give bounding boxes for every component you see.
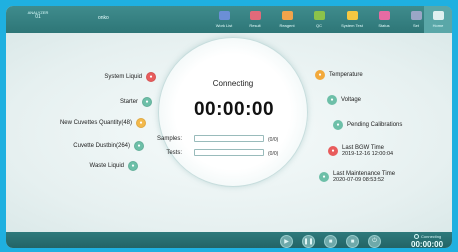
right-item-pending-calibrations[interactable]: ● Pending Calibrations bbox=[333, 119, 402, 131]
nav-home[interactable]: Home bbox=[424, 6, 452, 33]
run-timer: 00:00:00 bbox=[193, 99, 275, 120]
starter-icon: ● bbox=[142, 97, 152, 107]
user-name: onko bbox=[98, 15, 109, 21]
nav-reagent-label: Reagent bbox=[279, 23, 295, 28]
pause-icon: ❚❚ bbox=[303, 239, 314, 245]
nav-status-label: Status bbox=[378, 23, 390, 28]
power-icon: ⏻ bbox=[372, 238, 377, 244]
play-icon: ▶ bbox=[284, 239, 289, 245]
new-cuvettes-label: New Cuvettes Quantity(48) bbox=[59, 120, 132, 126]
pending-calibrations-label: Pending Calibrations bbox=[347, 122, 403, 128]
power-status-icon bbox=[414, 234, 419, 240]
nav-status[interactable]: Status bbox=[369, 6, 399, 33]
right-item-voltage[interactable]: ● Voltage bbox=[327, 94, 361, 106]
system-test-icon bbox=[346, 11, 358, 20]
qc-icon bbox=[313, 11, 325, 20]
status-icon bbox=[378, 11, 390, 20]
nav-work-list[interactable]: Work List bbox=[209, 6, 239, 33]
last-bgw-value: 2019-12-16 12:00:04 bbox=[342, 151, 394, 157]
nav-system-test[interactable]: System Test bbox=[337, 6, 367, 33]
nav-result-label: Result bbox=[249, 23, 261, 28]
stop-icon: ■ bbox=[328, 238, 333, 245]
pause-button[interactable]: ❚❚ bbox=[302, 235, 315, 248]
play-button[interactable]: ▶ bbox=[280, 235, 293, 248]
tests-progress bbox=[194, 149, 264, 156]
bgw-icon: ● bbox=[328, 146, 338, 156]
nav-qc[interactable]: QC bbox=[304, 6, 334, 33]
temperature-icon: ● bbox=[315, 70, 325, 80]
stop-button[interactable]: ■ bbox=[324, 235, 337, 248]
bottom-timer: 00:00:00 bbox=[411, 240, 444, 248]
work-list-icon bbox=[218, 11, 230, 20]
tests-count: (0/0) bbox=[268, 151, 279, 157]
starter-label: Starter bbox=[119, 99, 138, 105]
connection-status: Connecting bbox=[212, 79, 254, 88]
gear-icon bbox=[410, 11, 422, 20]
app-window: ANALYZER 01 onko Work List Result Reagen… bbox=[6, 6, 452, 248]
voltage-label: Voltage bbox=[341, 97, 362, 103]
reagent-icon bbox=[281, 11, 293, 20]
dustbin-icon: ● bbox=[134, 141, 144, 151]
device-indicator[interactable]: ANALYZER 01 bbox=[14, 10, 62, 20]
samples-count: (0/0) bbox=[268, 137, 279, 143]
emergency-stop-button[interactable]: ■ bbox=[346, 235, 359, 248]
result-icon bbox=[249, 11, 261, 20]
device-number: 01 bbox=[35, 14, 41, 20]
nav-system-test-label: System Test bbox=[341, 23, 363, 28]
connection-indicator: Connecting bbox=[414, 234, 442, 240]
right-item-temperature[interactable]: ● Temperature bbox=[315, 69, 363, 81]
nav-work-list-label: Work List bbox=[215, 23, 233, 28]
calibration-icon: ● bbox=[333, 120, 343, 130]
cuvette-dustbin-label: Cuvette Dustbin(264) bbox=[73, 143, 130, 149]
left-item-new-cuvettes[interactable]: New Cuvettes Quantity(48) ● bbox=[16, 117, 146, 129]
right-item-last-bgw[interactable]: ● Last BGW Time 2019-12-16 12:00:04 bbox=[328, 143, 393, 159]
home-panel: Connecting 00:00:00 Samples: (0/0) Tests… bbox=[6, 33, 452, 232]
power-button[interactable]: ⏻ bbox=[368, 235, 381, 248]
temperature-label: Temperature bbox=[329, 72, 363, 78]
waste-icon: ● bbox=[128, 161, 138, 171]
left-item-cuvette-dustbin[interactable]: Cuvette Dustbin(264) ● bbox=[16, 140, 144, 152]
liquid-icon: ● bbox=[146, 72, 156, 82]
tests-label: Tests: bbox=[166, 150, 182, 156]
voltage-icon: ● bbox=[327, 95, 337, 105]
nav-result[interactable]: Result bbox=[240, 6, 270, 33]
nav-home-label: Home bbox=[432, 23, 444, 28]
cuvette-icon: ● bbox=[136, 118, 146, 128]
samples-label: Samples: bbox=[156, 136, 182, 142]
connection-label: Connecting bbox=[421, 234, 442, 239]
top-navigation-bar: ANALYZER 01 onko Work List Result Reagen… bbox=[6, 6, 452, 33]
left-item-waste-liquid[interactable]: Waste Liquid ● bbox=[26, 160, 138, 172]
maintenance-icon: ● bbox=[319, 172, 329, 182]
emergency-stop-icon: ■ bbox=[350, 238, 355, 245]
left-item-system-liquid[interactable]: System Liquid ● bbox=[26, 71, 156, 83]
nav-reagent[interactable]: Reagent bbox=[272, 6, 302, 33]
samples-progress bbox=[194, 135, 264, 142]
bottom-control-bar: ▶ ❚❚ ■ ■ ⏻ Connecting 00:00:00 bbox=[6, 232, 452, 248]
left-item-starter[interactable]: Starter ● bbox=[26, 96, 152, 108]
home-icon bbox=[432, 11, 444, 20]
waste-liquid-label: Waste Liquid bbox=[89, 163, 124, 169]
nav-qc-label: QC bbox=[316, 23, 322, 28]
last-maintenance-value: 2020-07-09 08:53:52 bbox=[333, 177, 385, 183]
right-item-last-maintenance[interactable]: ● Last Maintenance Time 2020-07-09 08:53… bbox=[319, 169, 395, 185]
system-liquid-label: System Liquid bbox=[104, 74, 142, 80]
